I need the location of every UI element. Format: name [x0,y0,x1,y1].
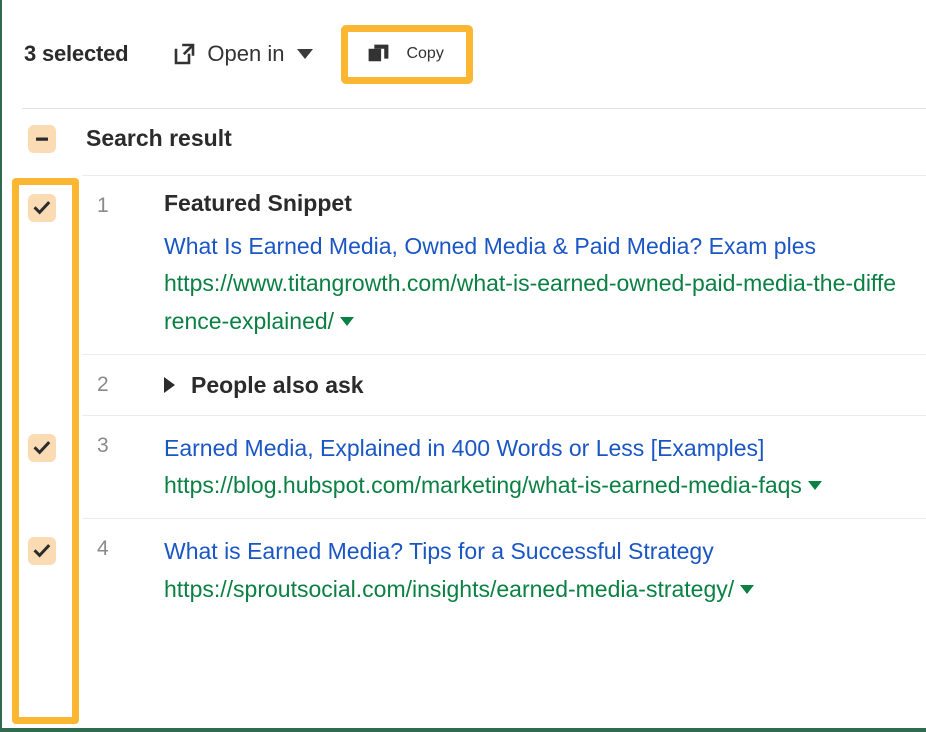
result-kind-label: People also ask [191,371,364,398]
result-title-link[interactable]: Earned Media, Explained in 400 Words or … [164,430,902,467]
table-row: 2 People also ask [2,355,926,415]
table-row: 4 What is Earned Media? Tips for a Succe… [2,519,926,622]
result-title-link[interactable]: What is Earned Media? Tips for a Success… [164,533,902,570]
row-content: Earned Media, Explained in 400 Words or … [164,416,926,519]
table-row: 3 Earned Media, Explained in 400 Words o… [2,416,926,519]
selection-toolbar: 3 selected Open in Copy [2,0,926,108]
row-checkbox[interactable] [28,194,56,222]
external-link-icon [172,42,196,66]
chevron-down-icon [297,49,314,59]
row-position: 4 [97,537,109,561]
select-all-checkbox[interactable] [28,125,56,153]
row-position: 3 [97,433,109,457]
result-url-link[interactable]: https://blog.hubspot.com/marketing/what-… [164,472,802,498]
row-position: 1 [97,194,109,217]
row-content: People also ask [164,355,926,413]
copy-button[interactable]: Copy [341,24,473,84]
row-checkbox[interactable] [28,433,56,462]
row-checkbox-cell [2,355,82,401]
row-position: 2 [97,372,109,396]
url-chevron-down-icon[interactable] [740,584,755,594]
column-header-search-result: Search result [86,125,232,151]
url-chevron-down-icon[interactable] [807,481,822,490]
row-checkbox-cell [2,416,82,462]
result-url-line: https://blog.hubspot.com/marketing/what-… [164,467,902,504]
row-checkbox[interactable] [28,373,56,401]
table-row: 1 Featured Snippet What Is Earned Media,… [2,176,926,354]
result-kind-label: Featured Snippet [164,190,352,216]
row-checkbox-cell [2,176,82,222]
open-in-label: Open in [207,41,285,66]
header-checkbox-cell [2,109,82,153]
copy-label: Copy [406,45,444,62]
selected-count-label: 3 selected [24,41,129,66]
copy-icon [366,42,391,67]
serp-overview-panel: 3 selected Open in Copy Search result 1 … [0,0,926,732]
url-chevron-down-icon[interactable] [340,316,355,326]
row-checkbox[interactable] [28,537,56,566]
result-title-link[interactable]: What Is Earned Media, Owned Media & Paid… [164,228,902,265]
open-in-button[interactable]: Open in [172,41,314,67]
expand-chevron-right-icon[interactable] [164,377,175,394]
row-checkbox-cell [2,519,82,566]
row-content: Featured Snippet What Is Earned Media, O… [164,176,926,354]
result-url-line: https://sproutsocial.com/insights/earned… [164,571,902,608]
result-url-line: https://www.titangrowth.com/what-is-earn… [164,265,902,340]
result-url-link[interactable]: https://sproutsocial.com/insights/earned… [164,576,734,602]
result-url-link[interactable]: https://www.titangrowth.com/what-is-earn… [164,270,896,333]
table-header-row: Search result [2,109,926,175]
row-content: What is Earned Media? Tips for a Success… [164,519,926,622]
